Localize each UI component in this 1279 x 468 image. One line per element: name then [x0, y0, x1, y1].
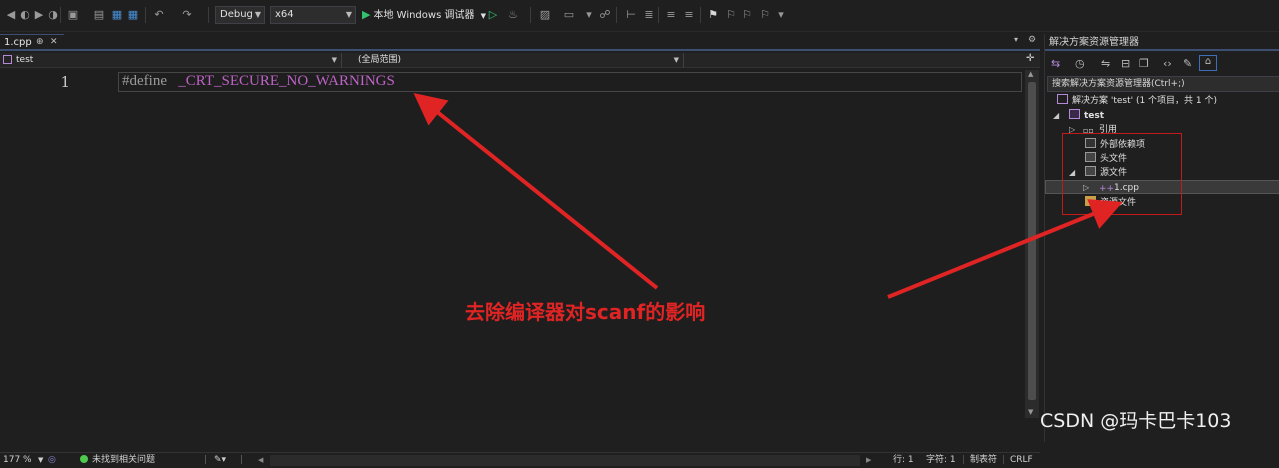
horizontal-scrollbar[interactable] [270, 455, 860, 466]
separator: | [204, 455, 208, 465]
brush-icon[interactable]: ✎▾ [214, 453, 226, 468]
chevron-down-icon[interactable]: ▼ [38, 453, 43, 468]
watermark: CSDN @玛卡巴卡103 [1040, 410, 1232, 432]
separator: | [240, 455, 244, 465]
column-indicator[interactable]: 字符: 1 [926, 453, 956, 468]
annotation-arrows [413, 92, 1123, 299]
arrow-to-tree [887, 199, 1123, 299]
copilot-icon[interactable]: ◎ [48, 453, 56, 468]
separator: | [1002, 455, 1006, 465]
editor-status-bar: 177 % ▼ ◎ 未找到相关问题 | ✎▾ | ◀ ▶ 行: 1 字符: 1 … [0, 452, 1040, 468]
line-ending-indicator[interactable]: CRLF [1010, 453, 1033, 468]
zoom-level[interactable]: 177 % [3, 453, 32, 468]
line-indicator[interactable]: 行: 1 [893, 453, 914, 468]
scroll-left-icon[interactable]: ◀ [258, 453, 263, 468]
arrow-to-code [413, 92, 659, 290]
separator: | [962, 455, 966, 465]
check-icon [80, 455, 88, 463]
indent-indicator[interactable]: 制表符 [970, 453, 997, 468]
issues-indicator[interactable]: 未找到相关问题 [80, 453, 155, 468]
scroll-right-icon[interactable]: ▶ [866, 453, 871, 468]
annotation-text: 去除编译器对scanf的影响 [465, 300, 706, 324]
issues-text: 未找到相关问题 [92, 455, 156, 465]
